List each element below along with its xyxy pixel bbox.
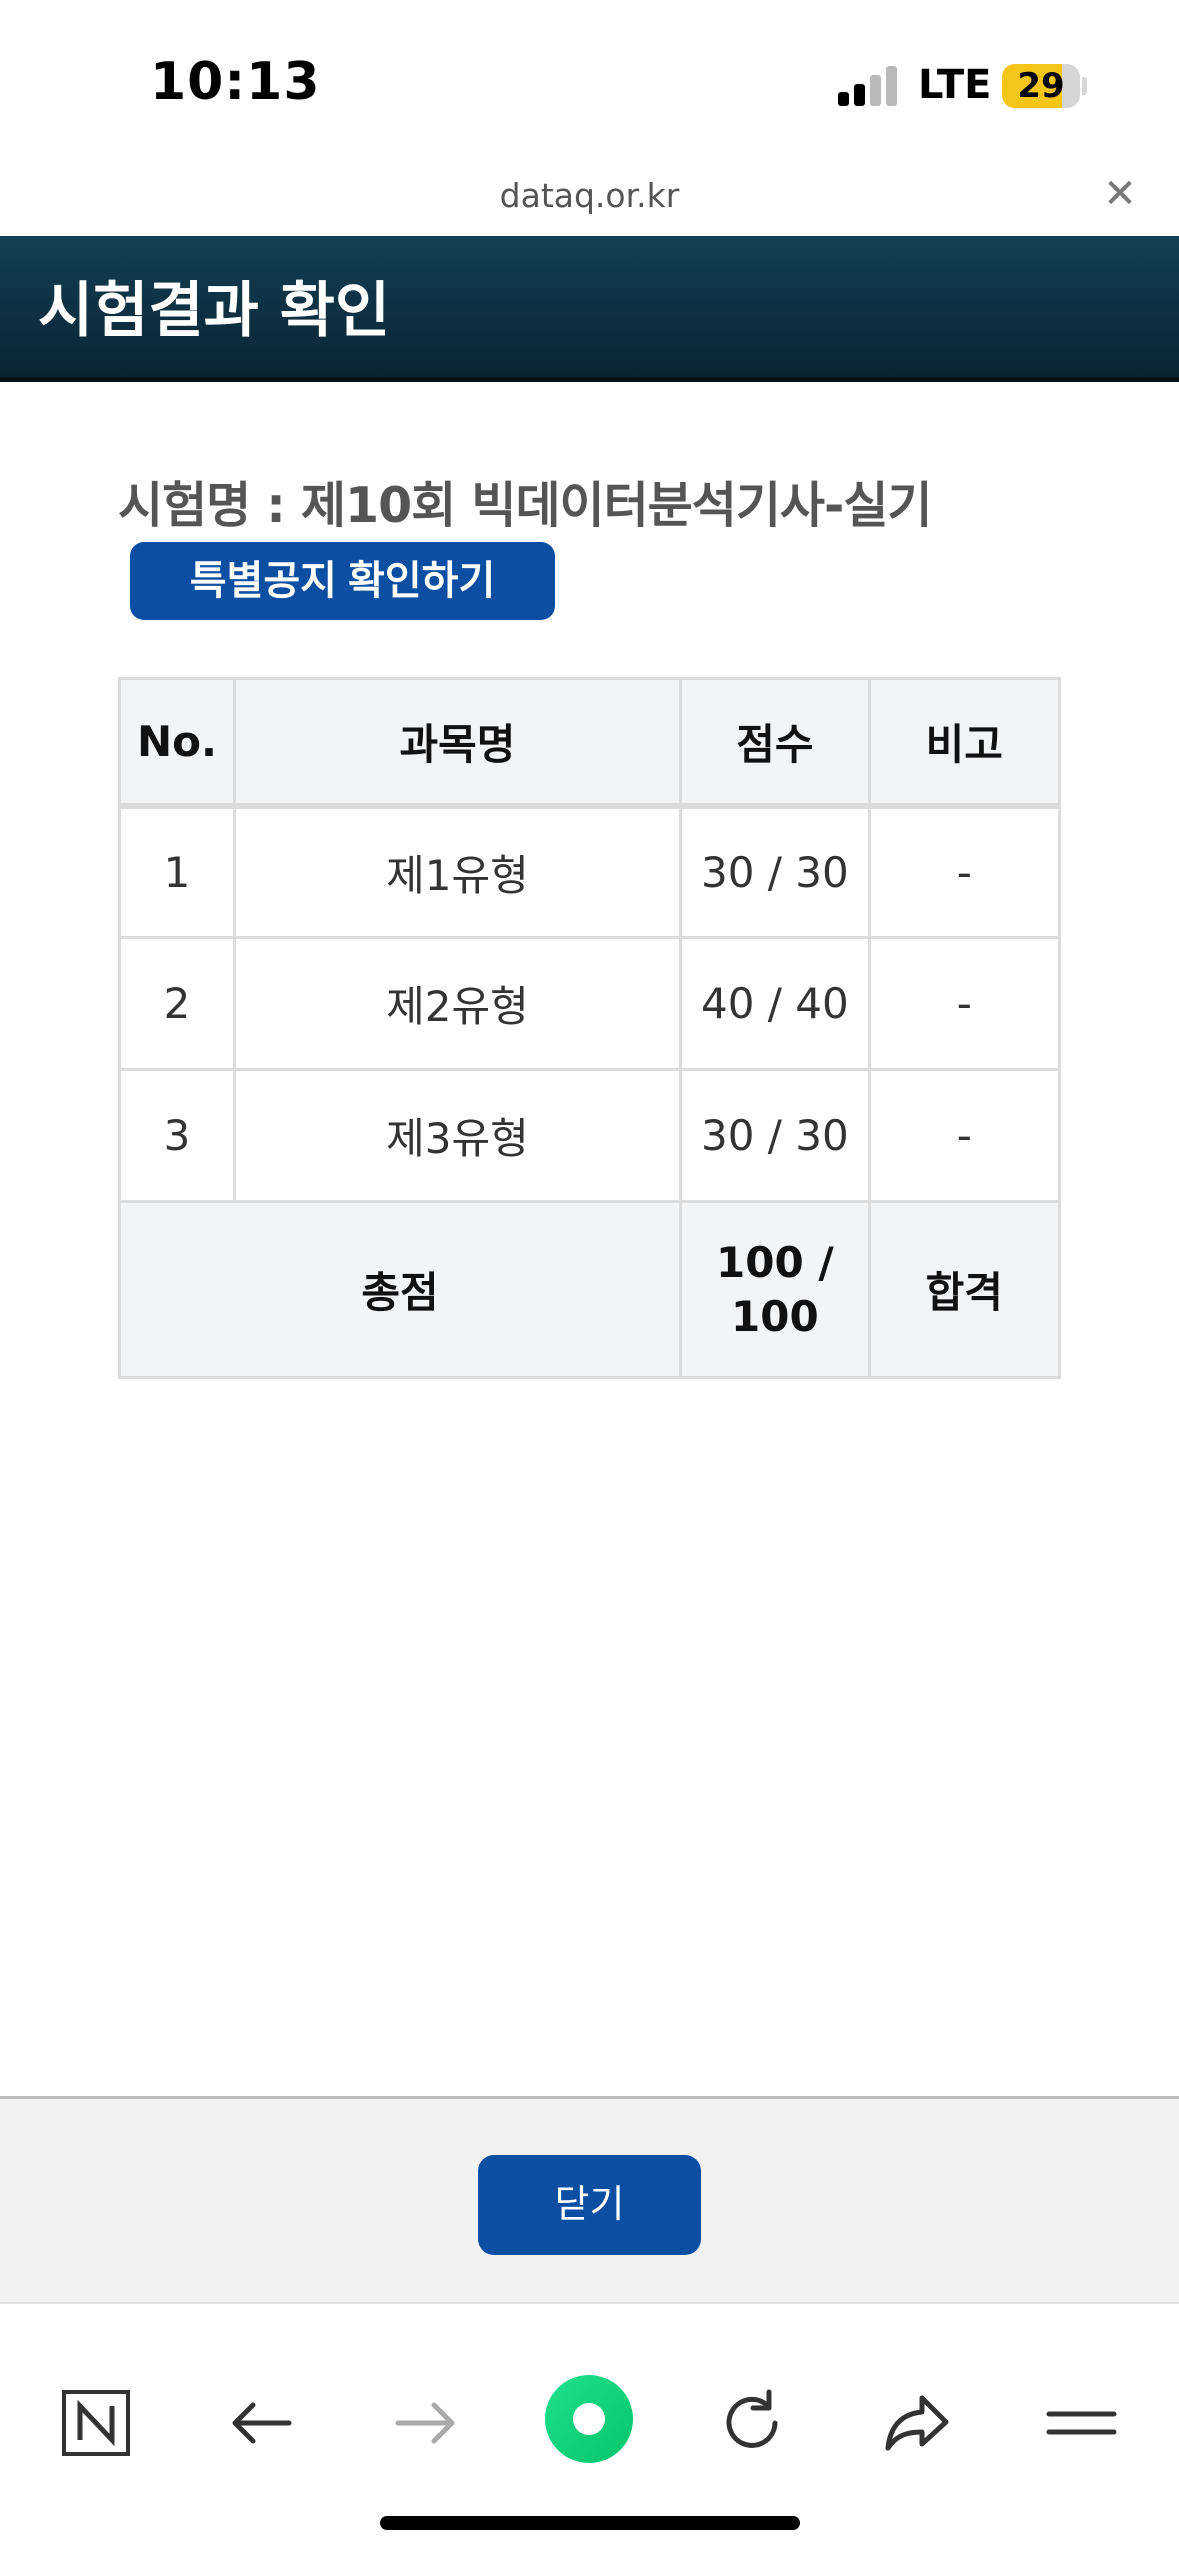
status-bar: 10:13 LTE 29 (0, 0, 1179, 170)
battery-level: 29 (1017, 66, 1065, 106)
total-row: 총점 100 / 100 합격 (117, 1200, 1062, 1379)
row-score: 30 / 30 (679, 804, 871, 939)
menu-icon[interactable] (1036, 2378, 1126, 2468)
battery-tip (1082, 77, 1087, 95)
special-notice-button[interactable]: 특별공지 확인하기 (130, 542, 555, 620)
header-subject: 과목명 (232, 677, 683, 809)
close-icon[interactable]: ✕ (1100, 172, 1140, 216)
table-row: 2 제2유형 40 / 40 - (118, 936, 1062, 1071)
header-note: 비고 (867, 677, 1062, 809)
naver-n-icon[interactable] (51, 2378, 141, 2468)
row-no: 2 (118, 936, 236, 1071)
green-dot-home-icon[interactable] (544, 2374, 634, 2464)
total-score: 100 / 100 (679, 1200, 871, 1379)
header-no: No. (118, 677, 236, 809)
header-score: 점수 (679, 677, 871, 809)
row-note: - (867, 936, 1062, 1071)
row-score: 30 / 30 (679, 1068, 871, 1203)
page: 10:13 LTE 29 dataq.or.kr ✕ 시험결과 확인 시험명 :… (0, 0, 1179, 2556)
table-header-row: No. 과목명 점수 비고 (118, 677, 1062, 809)
row-score: 40 / 40 (679, 936, 871, 1071)
row-subject: 제3유형 (232, 1068, 683, 1203)
row-note: - (867, 804, 1062, 939)
home-indicator[interactable] (380, 2516, 800, 2530)
url-text[interactable]: dataq.or.kr (0, 176, 1179, 215)
close-button[interactable]: 닫기 (478, 2155, 701, 2255)
total-label: 총점 (117, 1200, 683, 1379)
battery-icon: 29 (1002, 64, 1080, 108)
exam-name: 시험명 : 제10회 빅데이터분석기사-실기 (118, 477, 932, 534)
page-header: 시험결과 확인 (0, 236, 1179, 382)
table-row: 1 제1유형 30 / 30 - (118, 804, 1062, 939)
bottom-action-bar: 닫기 (0, 2096, 1179, 2302)
page-title: 시험결과 확인 (38, 276, 391, 346)
total-result: 합격 (867, 1200, 1062, 1379)
row-no: 3 (118, 1068, 236, 1203)
row-no: 1 (118, 804, 236, 939)
row-subject: 제2유형 (232, 936, 683, 1071)
share-icon[interactable] (872, 2378, 962, 2468)
forward-arrow-icon (380, 2378, 470, 2468)
status-time: 10:13 (150, 52, 321, 112)
reload-icon[interactable] (707, 2378, 797, 2468)
total-score-line2: 100 (731, 1291, 819, 1341)
total-score-line1: 100 / (716, 1237, 834, 1287)
row-subject: 제1유형 (232, 804, 683, 939)
signal-strength-icon (838, 64, 900, 106)
network-type: LTE (918, 62, 992, 108)
result-table: No. 과목명 점수 비고 1 제1유형 30 / 30 - 2 제2유형 40… (117, 677, 1062, 1379)
row-note: - (867, 1068, 1062, 1203)
table-row: 3 제3유형 30 / 30 - (118, 1068, 1062, 1203)
back-arrow-icon[interactable] (217, 2378, 307, 2468)
